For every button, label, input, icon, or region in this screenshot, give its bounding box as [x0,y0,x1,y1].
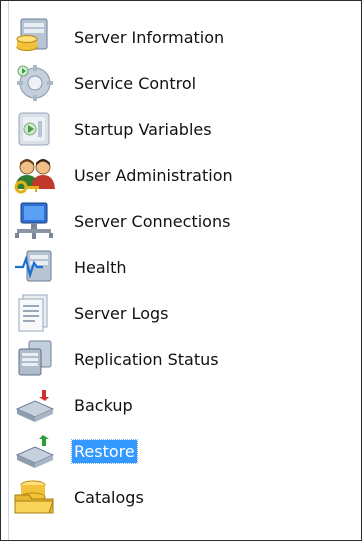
sidebar-item-label: Replication Status [74,350,219,369]
sidebar-item-label: Server Connections [74,212,231,231]
sidebar-item-server-logs[interactable]: Server Logs [13,291,313,333]
sidebar-item-catalogs[interactable]: Catalogs [13,475,313,515]
backup-drive-icon [13,385,63,425]
sidebar-item-label: Service Control [74,74,197,93]
sidebar-item-label: Startup Variables [74,120,212,139]
sidebar-item-label: Health [74,258,127,277]
sidebar-item-label: Server Logs [74,304,169,323]
restore-drive-icon [13,431,63,471]
network-connections-icon [13,201,63,241]
startup-variables-icon [13,109,63,149]
replication-servers-icon [13,339,63,379]
sidebar-item-user-administration[interactable]: User Administration [13,153,313,195]
sidebar-item-startup-variables[interactable]: Startup Variables [13,107,313,147]
panel-inner-edge [8,1,9,540]
sidebar-item-backup[interactable]: Backup [13,383,313,423]
database-server-icon [13,17,63,57]
sidebar-item-server-information[interactable]: Server Information [13,15,313,55]
sidebar-item-replication-status[interactable]: Replication Status [13,337,313,377]
users-key-icon [13,155,63,195]
sidebar-item-label: Catalogs [74,488,144,507]
navigation-panel: Server Information Service Control Start… [0,0,362,541]
service-gear-icon [13,63,63,103]
sidebar-item-label: User Administration [74,166,233,185]
sidebar-item-restore[interactable]: Restore [13,429,313,469]
sidebar-item-service-control[interactable]: Service Control [13,61,313,101]
logs-document-icon [13,293,63,333]
health-monitor-icon [13,247,63,287]
sidebar-item-label: Server Information [74,28,225,47]
sidebar-item-label: Backup [74,396,133,415]
sidebar-item-label: Restore [71,439,138,464]
sidebar-item-health[interactable]: Health [13,245,313,285]
sidebar-item-server-connections[interactable]: Server Connections [13,199,313,239]
catalogs-folder-icon [13,477,63,517]
